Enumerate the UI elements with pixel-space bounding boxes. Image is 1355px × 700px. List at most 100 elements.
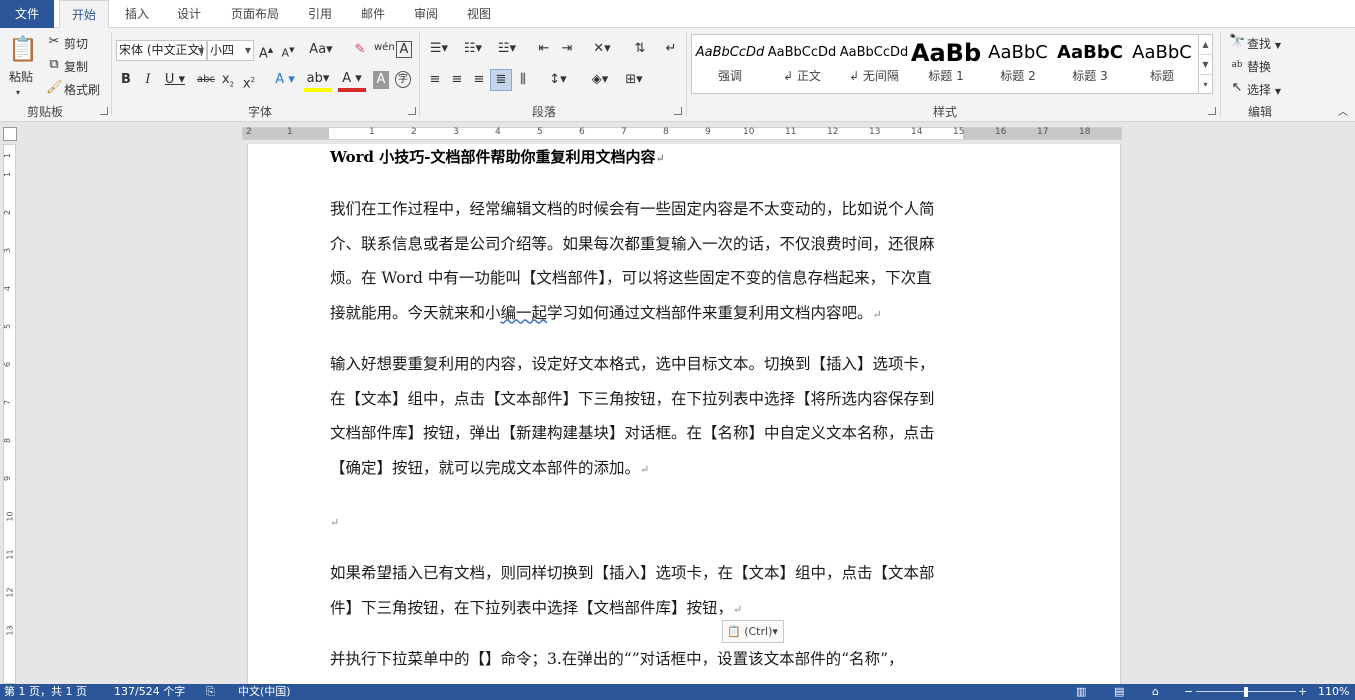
page-count[interactable]: 第 1 页，共 1 页 — [4, 684, 87, 700]
decrease-indent-icon[interactable]: ⇤ — [535, 40, 553, 58]
cut-button[interactable]: 剪切 — [64, 35, 88, 52]
tab-references[interactable]: 引用 — [298, 0, 342, 28]
replace-button[interactable]: 替换 — [1247, 58, 1271, 75]
italic-icon[interactable]: I — [141, 71, 155, 89]
strikethrough-icon[interactable]: abc — [195, 71, 217, 89]
align-left-icon[interactable]: ≡ — [426, 71, 444, 89]
style-no-spacing[interactable]: AaBbCcDd ↲ 无间隔 — [838, 35, 910, 93]
styles-scroll-down-icon[interactable]: ▼ — [1199, 55, 1212, 75]
shrink-font-icon[interactable]: A▼ — [280, 41, 296, 63]
highlight-color-icon[interactable]: ab▾ — [304, 70, 332, 92]
paragraph-command[interactable]: 并执行下拉菜单中的【】命令；3.在弹出的“”对话框中，设置该文本部件的“名称”， — [330, 642, 1010, 677]
paragraph-insert-parts[interactable]: 如果希望插入已有文档，则同样切换到【插入】选项卡，在【文本】组中，点击【文本部 … — [330, 556, 1010, 627]
character-border-icon[interactable]: A — [396, 41, 412, 58]
style-heading-1[interactable]: AaBb 标题 1 — [910, 35, 982, 93]
paragraph-intro[interactable]: 我们在工作过程中，经常编辑文档的时候会有一些固定内容是不太变动的，比如说个人简 … — [330, 192, 1010, 332]
font-size-select[interactable]: 小四 ▼ — [207, 40, 254, 61]
font-launcher-icon[interactable] — [408, 107, 416, 115]
paragraph-launcher-icon[interactable] — [674, 107, 682, 115]
text-line: 文档部件库】按钮，弹出【新建构建基块】对话框。在【名称】中自定义文本名称，点击 — [330, 424, 935, 442]
paste-icon[interactable]: 📋 — [8, 34, 38, 64]
styles-scroll-up-icon[interactable]: ▲ — [1199, 35, 1212, 55]
tab-review[interactable]: 审阅 — [404, 0, 448, 28]
ruler-number: 9 — [3, 475, 13, 482]
document-title[interactable]: Word 小技巧-文档部件帮助你重复利用文档内容↵ — [330, 146, 665, 167]
tab-page-layout[interactable]: 页面布局 — [222, 0, 288, 28]
subscript-icon[interactable]: x2 — [220, 71, 236, 94]
justify-icon[interactable]: ≣ — [490, 69, 512, 91]
zoom-slider-thumb[interactable] — [1244, 687, 1248, 697]
spelling-error-text[interactable]: 编一起 — [501, 304, 548, 322]
character-shading-icon[interactable]: A — [373, 71, 389, 89]
tab-design[interactable]: 设计 — [166, 0, 212, 28]
format-painter-button[interactable]: 格式刷 — [64, 81, 100, 98]
tab-home[interactable]: 开始 — [59, 0, 109, 29]
styles-more-icon[interactable]: ▾ — [1199, 75, 1212, 95]
tab-selector-icon[interactable] — [3, 127, 17, 141]
web-layout-icon[interactable]: ⌂ — [1152, 684, 1159, 700]
paste-button[interactable]: 粘贴 — [9, 68, 33, 85]
phonetic-guide-icon[interactable]: wén — [374, 39, 395, 57]
align-center-icon[interactable]: ≡ — [448, 71, 466, 89]
superscript-icon[interactable]: x2 — [241, 71, 257, 93]
ruler-number: 10 — [743, 127, 755, 137]
find-button[interactable]: 查找 ▼ — [1247, 35, 1281, 52]
line-spacing-icon[interactable]: ↕▾ — [544, 71, 572, 89]
bullets-icon[interactable]: ☰▾ — [425, 40, 453, 58]
sort-icon[interactable]: ⇅ — [631, 40, 649, 58]
zoom-in-icon[interactable]: + — [1298, 684, 1307, 700]
paragraph-mark-icon: ↵ — [733, 602, 743, 616]
paste-dropdown-icon[interactable]: ▾ — [16, 84, 20, 102]
text-effects-icon[interactable]: A ▾ — [272, 71, 298, 89]
document-page[interactable]: Word 小技巧-文档部件帮助你重复利用文档内容↵ 我们在工作过程中，经常编辑文… — [247, 144, 1121, 684]
tab-insert[interactable]: 插入 — [114, 0, 160, 28]
text-line: 接就能用。今天就来和小编一起学习如何通过文档部件来重复利用文档内容吧。↵ — [330, 296, 1010, 333]
tab-mailings[interactable]: 邮件 — [351, 0, 395, 28]
chinese-layout-icon[interactable]: ✕▾ — [588, 40, 616, 58]
multilevel-list-icon[interactable]: ☳▾ — [493, 40, 521, 58]
style-title[interactable]: AaBbC 标题 — [1126, 35, 1198, 93]
style-heading-2[interactable]: AaBbC 标题 2 — [982, 35, 1054, 93]
select-button[interactable]: 选择 ▼ — [1247, 81, 1281, 98]
bold-icon[interactable]: B — [119, 71, 133, 89]
grow-font-icon[interactable]: A▲ — [258, 41, 274, 63]
paragraph-save-parts[interactable]: 输入好想要重复利用的内容，设定好文本格式，选中目标文本。切换到【插入】选项卡， … — [330, 347, 1010, 487]
tab-view[interactable]: 视图 — [457, 0, 501, 28]
horizontal-ruler[interactable]: 2 1 1 2 3 4 5 6 7 8 9 10 11 12 13 14 15 … — [242, 127, 1122, 140]
clipboard-launcher-icon[interactable] — [100, 107, 108, 115]
tab-file[interactable]: 文件 — [0, 0, 54, 28]
proofing-icon[interactable]: ⎘ — [206, 684, 215, 700]
distributed-icon[interactable]: ⫼ — [514, 71, 532, 89]
style-normal[interactable]: AaBbCcDd ↲ 正文 — [766, 35, 838, 93]
text-line: 【确定】按钮，就可以完成文本部件的添加。↵ — [330, 451, 1010, 488]
shading-icon[interactable]: ◈▾ — [586, 71, 614, 89]
increase-indent-icon[interactable]: ⇥ — [558, 40, 576, 58]
change-case-icon[interactable]: Aa▾ — [308, 41, 334, 59]
align-right-icon[interactable]: ≡ — [470, 71, 488, 89]
scissors-icon: ✂ — [48, 34, 60, 49]
copy-button[interactable]: 复制 — [64, 58, 88, 75]
style-emphasis[interactable]: AaBbCcDd 强调 — [694, 35, 766, 93]
collapse-ribbon-icon[interactable]: ︿ — [1336, 104, 1350, 122]
zoom-out-icon[interactable]: − — [1184, 684, 1193, 700]
style-heading-3[interactable]: AaBbC 标题 3 — [1054, 35, 1126, 93]
language-indicator[interactable]: 中文(中国) — [238, 684, 291, 700]
font-color-icon[interactable]: A ▾ — [338, 70, 366, 92]
show-formatting-marks-icon[interactable]: ↵ — [662, 40, 680, 58]
paste-options-button[interactable]: 📋 (Ctrl)▾ — [722, 620, 784, 643]
numbering-icon[interactable]: ☷▾ — [459, 40, 487, 58]
paragraph-empty[interactable]: ↵ — [330, 504, 1010, 541]
font-name-select[interactable]: 宋体 (中文正文) ▼ — [116, 40, 207, 61]
borders-icon[interactable]: ⊞▾ — [620, 71, 648, 89]
vertical-ruler[interactable]: 1 1 2 3 4 5 6 7 8 9 10 11 12 13 — [3, 144, 16, 684]
enclose-characters-icon[interactable]: 字 — [395, 71, 411, 88]
zoom-level[interactable]: 110% — [1318, 684, 1349, 700]
styles-launcher-icon[interactable] — [1208, 107, 1216, 115]
underline-icon[interactable]: U ▾ — [163, 71, 187, 89]
style-name: 强调 — [717, 69, 742, 83]
print-layout-icon[interactable]: ▤ — [1114, 684, 1124, 700]
read-mode-icon[interactable]: ▥ — [1076, 684, 1086, 700]
word-count[interactable]: 137/524 个字 — [114, 684, 185, 700]
group-label-styles: 样式 — [932, 105, 957, 119]
clear-formatting-icon[interactable]: ✎ — [352, 41, 368, 59]
